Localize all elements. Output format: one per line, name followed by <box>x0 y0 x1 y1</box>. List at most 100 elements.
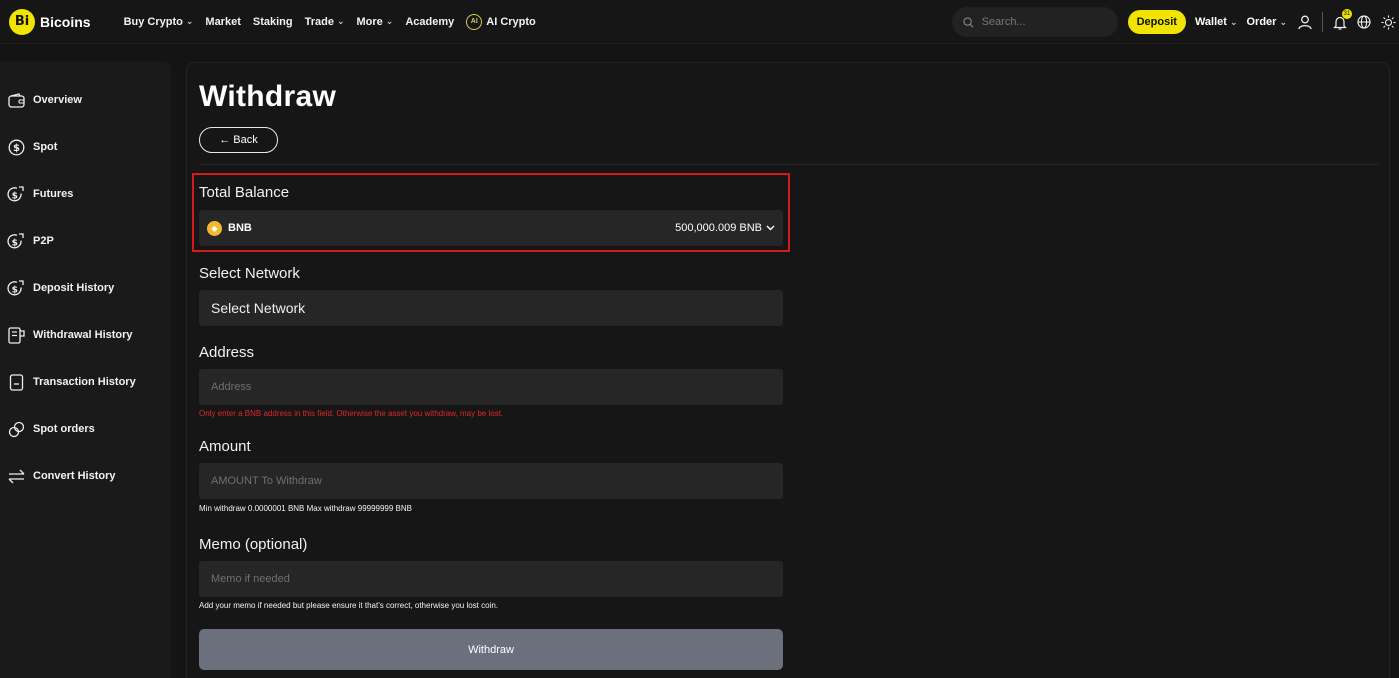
link-icon <box>7 420 25 438</box>
total-balance-label: Total Balance <box>199 184 290 201</box>
document-icon <box>7 373 25 391</box>
sidebar-item-overview[interactable]: Overview <box>0 88 171 112</box>
nav-label: Staking <box>252 15 293 28</box>
network-select[interactable]: Select Network <box>199 290 783 326</box>
amount-limits-hint: Min withdraw 0.0000001 BNB Max withdraw … <box>199 504 413 513</box>
address-warning: Only enter a BNB address in this field. … <box>199 409 504 418</box>
divider <box>199 164 1379 165</box>
wallet-icon <box>7 91 25 109</box>
sidebar: Overview $ Spot $ Futures $ P2P $ Deposi… <box>0 62 171 678</box>
sidebar-item-p2p[interactable]: $ P2P <box>0 229 171 253</box>
notification-badge: 31 <box>1342 9 1352 19</box>
main-nav: Buy Crypto ⌄ Market Staking Trade ⌄ More ⌄ … <box>124 13 548 30</box>
nav-label: More <box>356 15 383 28</box>
address-label: Address <box>199 344 255 361</box>
sidebar-item-label: Deposit History <box>33 282 115 294</box>
chevron-down-icon: ⌄ <box>1229 16 1238 27</box>
amount-input[interactable] <box>199 463 783 499</box>
nav-trade[interactable]: Trade ⌄ <box>305 16 345 28</box>
header-divider <box>1322 12 1323 32</box>
nav-label: AI Crypto <box>486 15 536 28</box>
memo-input[interactable] <box>199 561 783 597</box>
svg-text:$: $ <box>13 143 20 154</box>
balance-value: 500,000.009 BNB <box>675 222 762 234</box>
dollar-circle-icon: $ <box>7 138 25 156</box>
chevron-down-icon: ⌄ <box>385 16 394 26</box>
sidebar-item-convert-history[interactable]: Convert History <box>0 464 171 488</box>
svg-text:$: $ <box>12 285 18 295</box>
nav-academy[interactable]: Academy <box>405 16 454 28</box>
nav-label: Academy <box>405 15 455 28</box>
search-icon <box>962 16 974 27</box>
sidebar-item-label: Convert History <box>33 470 116 482</box>
coin-arrow-icon: $ <box>7 232 25 250</box>
svg-text:$: $ <box>12 191 18 201</box>
chevron-down-icon: ⌄ <box>185 16 194 26</box>
address-field[interactable] <box>199 369 783 405</box>
wallet-menu[interactable]: Wallet ⌄ <box>1195 16 1238 28</box>
sidebar-item-label: Overview <box>33 94 82 106</box>
nav-more[interactable]: More ⌄ <box>357 16 394 28</box>
address-input[interactable] <box>199 369 783 405</box>
amount-field[interactable] <box>199 463 783 499</box>
memo-hint: Add your memo if needed but please ensur… <box>199 601 499 610</box>
sun-icon[interactable] <box>1379 13 1397 31</box>
search-input[interactable] <box>979 15 1104 29</box>
chevron-down-icon: ⌄ <box>336 16 345 26</box>
coin-selector[interactable]: ◆ BNB 500,000.009 BNB <box>199 210 783 246</box>
sidebar-item-futures[interactable]: $ Futures <box>0 182 171 206</box>
nav-market[interactable]: Market <box>205 16 240 28</box>
sidebar-item-withdrawal-history[interactable]: Withdrawal History <box>0 323 171 347</box>
deposit-button[interactable]: Deposit <box>1127 10 1186 34</box>
sidebar-item-label: Transaction History <box>33 376 136 388</box>
sidebar-item-spot[interactable]: $ Spot <box>0 135 171 159</box>
nav-label: Buy Crypto <box>123 15 183 28</box>
sidebar-item-deposit-history[interactable]: $ Deposit History <box>0 276 171 300</box>
brand-logo[interactable]: Bi Bicoins <box>9 8 91 35</box>
brand-name: Bicoins <box>40 13 91 30</box>
order-menu[interactable]: Order ⌄ <box>1246 16 1287 28</box>
order-label: Order <box>1246 16 1277 28</box>
user-icon[interactable] <box>1296 13 1314 31</box>
page-title: Withdraw <box>199 80 337 113</box>
bell-icon[interactable]: 31 <box>1331 9 1352 31</box>
sidebar-item-label: Futures <box>33 188 74 200</box>
coin-selector-row[interactable]: ◆ BNB 500,000.009 BNB <box>199 210 783 246</box>
back-button[interactable]: ← Back <box>199 127 278 153</box>
memo-field[interactable] <box>199 561 783 597</box>
svg-text:$: $ <box>12 238 18 248</box>
header-actions: Deposit Wallet⌄ Order⌄ 31 <box>951 0 1399 44</box>
swap-icon <box>7 467 25 485</box>
sidebar-item-label: Spot orders <box>33 423 95 435</box>
chevron-down-icon <box>766 223 775 234</box>
sidebar-item-transaction-history[interactable]: Transaction History <box>0 370 171 394</box>
memo-label: Memo (optional) <box>199 536 308 553</box>
brand-logo-mark: Bi <box>9 8 35 35</box>
ai-icon: AI <box>466 13 483 30</box>
nav-staking[interactable]: Staking <box>253 16 293 28</box>
globe-icon[interactable] <box>1355 13 1373 31</box>
chevron-down-icon: ⌄ <box>1279 16 1287 27</box>
balance-amount: 500,000.009 BNB <box>675 222 775 234</box>
top-navigation-bar: Bi Bicoins Buy Crypto ⌄ Market Staking Tr… <box>0 0 1399 44</box>
coin-name: BNB <box>228 222 252 234</box>
withdraw-button[interactable]: Withdraw <box>199 629 783 670</box>
withdraw-panel: Withdraw ← Back Total Balance ◆ BNB 500,… <box>186 62 1390 678</box>
search-box[interactable] <box>951 7 1118 37</box>
receipt-icon <box>7 326 25 344</box>
nav-ai-crypto[interactable]: AI AI Crypto <box>466 13 536 30</box>
wallet-label: Wallet <box>1194 16 1227 28</box>
sidebar-item-spot-orders[interactable]: Spot orders <box>0 417 171 441</box>
nav-buy-crypto[interactable]: Buy Crypto ⌄ <box>124 16 194 28</box>
coin-arrow-icon: $ <box>7 185 25 203</box>
coin-arrow-icon: $ <box>7 279 25 297</box>
sidebar-item-label: Spot <box>33 141 58 153</box>
amount-label: Amount <box>199 438 251 455</box>
sidebar-item-label: P2P <box>33 235 54 247</box>
bnb-coin-icon: ◆ <box>207 220 222 236</box>
sidebar-item-label: Withdrawal History <box>33 329 133 341</box>
nav-label: Market <box>205 15 241 28</box>
network-label: Select Network <box>199 265 300 282</box>
nav-label: Trade <box>304 15 334 28</box>
network-select-value[interactable]: Select Network <box>199 290 783 326</box>
